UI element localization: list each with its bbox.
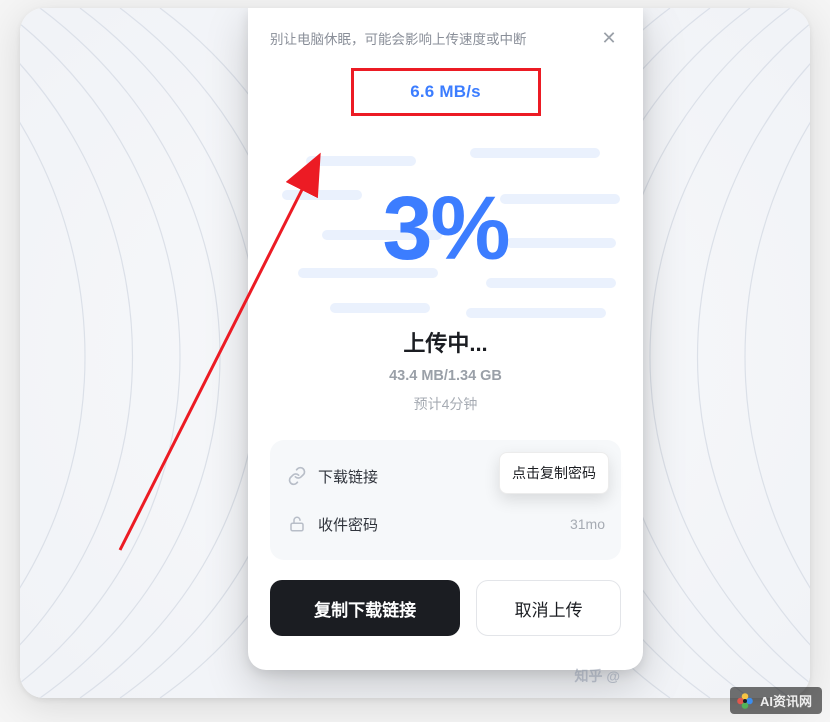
password-value: 31mo xyxy=(570,516,605,532)
site-watermark: AI资讯网 xyxy=(730,687,822,714)
upload-size-progress: 43.4 MB/1.34 GB xyxy=(270,368,621,384)
flower-icon xyxy=(736,692,754,710)
lock-icon xyxy=(286,513,308,535)
password-label: 收件密码 xyxy=(318,514,378,535)
upload-speed-highlight-box: 6.6 MB/s xyxy=(351,68,541,116)
zhihu-watermark: 知乎 @ xyxy=(574,666,620,686)
download-link-label: 下载链接 xyxy=(318,466,378,487)
link-icon xyxy=(286,465,308,487)
cancel-upload-button[interactable]: 取消上传 xyxy=(476,580,621,636)
sleep-warning-text: 别让电脑休眠，可能会影响上传速度或中断 xyxy=(270,28,527,48)
copy-password-button[interactable]: 点击复制密码 xyxy=(499,452,609,494)
watermark-title: AI资讯网 xyxy=(760,691,812,710)
upload-status-title: 上传中... xyxy=(270,326,621,358)
close-button[interactable]: ✕ xyxy=(597,26,621,50)
password-row: 收件密码 31mo xyxy=(286,504,605,544)
share-info-box: 下载链接 https://fas 点击复制密码 收件密码 31mo xyxy=(270,440,621,560)
upload-percent-area: 3% xyxy=(270,138,621,320)
close-icon: ✕ xyxy=(601,28,616,49)
download-link-row: 下载链接 https://fas 点击复制密码 xyxy=(286,456,605,496)
copy-download-link-button[interactable]: 复制下载链接 xyxy=(270,580,460,636)
upload-percent-value: 3% xyxy=(382,184,508,274)
app-window: 别让电脑休眠，可能会影响上传速度或中断 ✕ 6.6 MB/s xyxy=(20,8,810,698)
upload-dialog: 别让电脑休眠，可能会影响上传速度或中断 ✕ 6.6 MB/s xyxy=(248,8,643,670)
upload-speed-value: 6.6 MB/s xyxy=(410,82,481,102)
upload-eta: 预计4分钟 xyxy=(270,394,621,414)
